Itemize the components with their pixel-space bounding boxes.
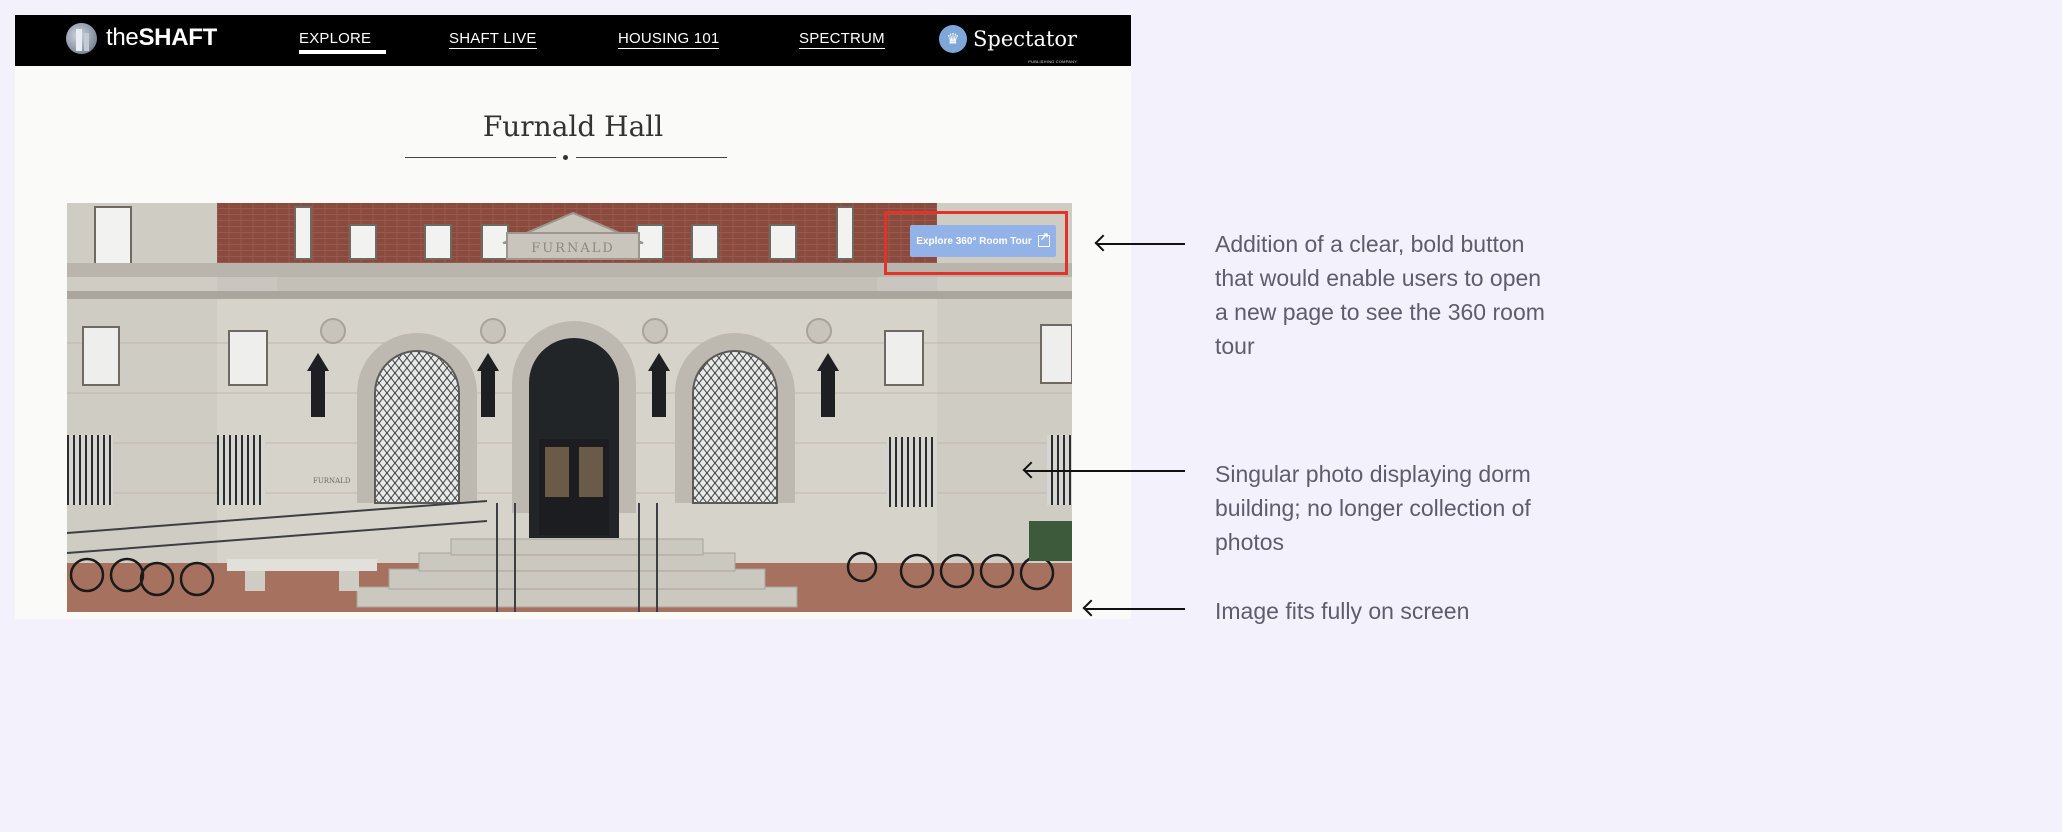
annotation-button: Addition of a clear, bold button that wo… — [1215, 231, 1545, 359]
nav-explore[interactable]: EXPLORE — [299, 30, 371, 48]
logo-bold: SHAFT — [138, 24, 217, 51]
logo-text: theSHAFT — [106, 22, 217, 54]
logo-prefix: the — [106, 24, 139, 51]
spectator-brand: Spectator PUBLISHING COMPANY — [973, 27, 1078, 64]
website-screenshot: theSHAFT EXPLORE SHAFT LIVE HOUSING 101 … — [15, 15, 1131, 619]
crown-icon: ♛ — [939, 25, 967, 53]
title-divider-left — [405, 157, 556, 158]
shaft-logo[interactable]: theSHAFT — [66, 22, 217, 54]
building-plaque: FURNALD — [313, 477, 351, 485]
title-divider-dot — [563, 155, 568, 160]
brand-subtitle: PUBLISHING COMPANY — [1028, 59, 1078, 64]
nav-shaft-live[interactable]: SHAFT LIVE — [449, 30, 537, 49]
arrow-to-photo — [1025, 470, 1185, 472]
top-nav: theSHAFT EXPLORE SHAFT LIVE HOUSING 101 … — [15, 15, 1131, 66]
brand-name: Spectator — [973, 27, 1078, 51]
nav-housing-101[interactable]: HOUSING 101 — [618, 30, 720, 49]
page-title: Furnald Hall — [482, 110, 664, 143]
arrow-to-image-bottom — [1085, 608, 1185, 610]
button-highlight-box — [884, 211, 1068, 275]
annotation-photo: Singular photo displaying dorm building;… — [1215, 461, 1531, 555]
active-tab-indicator — [299, 50, 386, 54]
building-logo-icon — [66, 22, 97, 54]
nav-spectrum[interactable]: SPECTRUM — [799, 30, 885, 49]
spectator-logo[interactable]: ♛ Spectator PUBLISHING COMPANY — [939, 24, 1078, 64]
building-inscription: FURNALD — [531, 241, 615, 256]
arrow-to-button — [1097, 243, 1185, 245]
title-divider-right — [576, 157, 727, 158]
annotation-fit: Image fits fully on screen — [1215, 598, 1470, 624]
